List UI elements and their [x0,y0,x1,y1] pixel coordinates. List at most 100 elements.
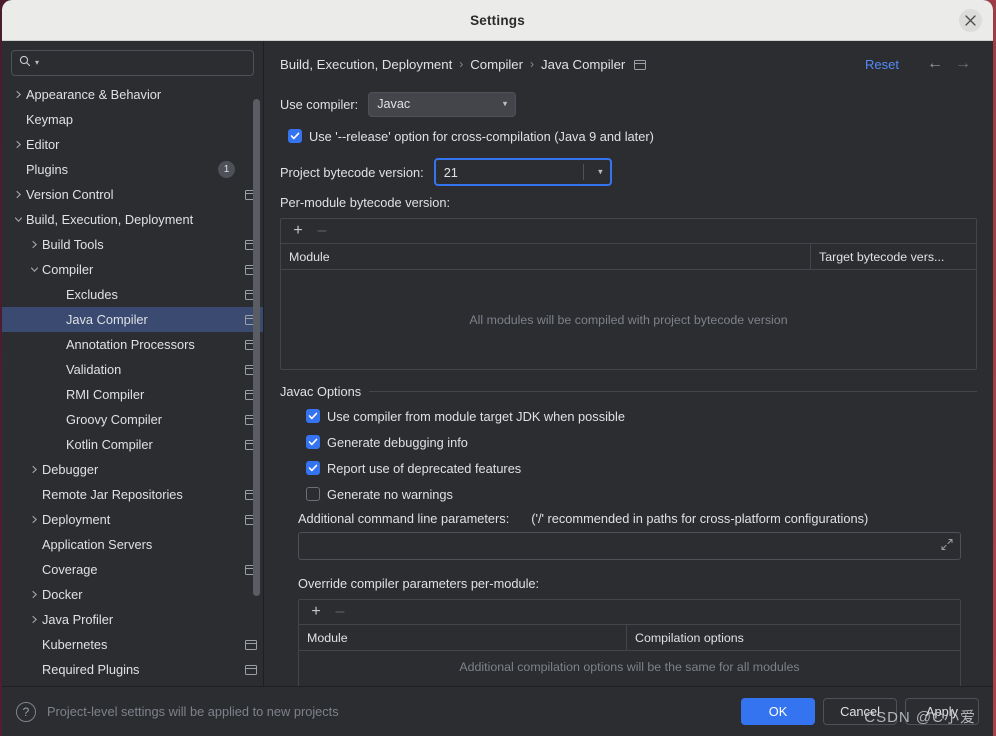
sidebar-item-groovy-compiler[interactable]: Groovy Compiler [2,407,263,432]
sidebar-item-label: Java Compiler [66,312,148,327]
sidebar-item-kotlin-compiler[interactable]: Kotlin Compiler [2,432,263,457]
sidebar-item-build-tools[interactable]: Build Tools [2,232,263,257]
combo-divider [582,164,584,180]
sidebar-item-application-servers[interactable]: Application Servers [2,532,263,557]
sidebar-item-compiler[interactable]: Compiler [2,257,263,282]
sidebar-item-coverage[interactable]: Coverage [2,557,263,582]
column-header-module[interactable]: Module [299,625,626,650]
sidebar-item-label: Remote Jar Repositories [42,487,183,502]
sidebar-item-label: Deployment [42,512,111,527]
sidebar-item-label: Appearance & Behavior [26,87,162,102]
sidebar-item-java-profiler[interactable]: Java Profiler [2,607,263,632]
cancel-button[interactable]: Cancel [823,698,897,725]
chevron-right-icon[interactable] [26,615,42,624]
sidebar-item-label: Required Plugins [42,662,140,677]
reset-link[interactable]: Reset [865,57,899,72]
search-dropdown-caret[interactable]: ▾ [35,59,39,67]
sidebar-item-java-compiler[interactable]: Java Compiler [2,307,263,332]
window-title: Settings [470,12,525,28]
breadcrumb-part-1[interactable]: Build, Execution, Deployment [280,57,452,72]
sidebar-item-plugins[interactable]: Plugins 1 [2,157,263,182]
window-content: ▾ Appearance & Behavior Keymap Editor Plugi… [2,41,993,686]
sidebar-item-docker[interactable]: Docker [2,582,263,607]
sidebar-item-remote-jar-repositories[interactable]: Remote Jar Repositories [2,482,263,507]
sidebar-item-deployment[interactable]: Deployment [2,507,263,532]
add-row-button[interactable]: + [305,602,327,622]
chevron-down-icon: ▾ [502,98,508,109]
project-scope-icon [245,639,257,650]
chevron-down-icon[interactable]: ▾ [598,167,603,178]
apply-button[interactable]: Apply [905,698,979,725]
javac-option-checkbox[interactable] [306,435,320,449]
chevron-right-icon[interactable] [26,240,42,249]
sidebar-item-required-plugins[interactable]: Required Plugins [2,657,263,682]
remove-row-button[interactable]: – [311,221,333,241]
project-bytecode-select[interactable]: 21 ▾ [433,158,612,186]
breadcrumb-separator: › [530,57,535,71]
search-input[interactable]: ▾ [11,50,254,76]
sidebar-item-build-execution-deployment[interactable]: Build, Execution, Deployment [2,207,263,232]
javac-option-checkbox[interactable] [306,409,320,423]
sidebar-item-version-control[interactable]: Version Control [2,182,263,207]
javac-option-checkbox[interactable] [306,487,320,501]
sidebar-item-debugger[interactable]: Debugger [2,457,263,482]
use-compiler-value: Javac [377,97,411,111]
sidebar-item-label: Build Tools [42,237,104,252]
javac-option-checkbox[interactable] [306,461,320,475]
chevron-right-icon[interactable] [10,90,26,99]
remove-row-button[interactable]: – [329,602,351,622]
javac-options-title: Javac Options [280,384,362,399]
breadcrumb: Build, Execution, Deployment › Compiler … [280,41,977,83]
use-compiler-label: Use compiler: [280,96,359,112]
chevron-right-icon[interactable] [26,590,42,599]
javac-option-row: Report use of deprecated features [306,455,977,481]
sidebar-item-keymap[interactable]: Keymap [2,107,263,132]
settings-tree[interactable]: Appearance & Behavior Keymap Editor Plugins… [2,81,263,686]
sidebar-item-appearance-behavior[interactable]: Appearance & Behavior [2,82,263,107]
release-option-row: Use '--release' option for cross-compila… [288,123,977,149]
chevron-right-icon[interactable] [10,140,26,149]
sidebar-item-badge: 1 [218,161,235,178]
expand-icon[interactable] [941,539,953,554]
chevron-right-icon[interactable] [26,465,42,474]
per-module-table-toolbar: + – [281,219,976,244]
settings-main-panel: Build, Execution, Deployment › Compiler … [264,41,993,686]
sidebar-scrollbar[interactable] [253,99,260,596]
sidebar-item-label: Build, Execution, Deployment [26,212,194,227]
ok-button[interactable]: OK [741,698,815,725]
additional-params-input[interactable] [298,532,961,560]
nav-back-icon[interactable]: ← [921,55,949,73]
chevron-right-icon[interactable] [10,190,26,199]
per-module-table-header: Module Target bytecode vers... [281,244,976,270]
per-module-table-empty-text: All modules will be compiled with projec… [469,312,788,327]
help-icon[interactable]: ? [16,701,36,722]
column-header-module[interactable]: Module [281,244,810,269]
use-compiler-row: Use compiler: Javac ▾ [280,89,977,119]
sidebar-item-annotation-processors[interactable]: Annotation Processors [2,332,263,357]
sidebar-item-editor[interactable]: Editor [2,132,263,157]
close-icon[interactable] [959,9,982,32]
search-field[interactable] [43,56,246,70]
breadcrumb-part-3: Java Compiler [541,56,626,72]
column-header-compilation-options[interactable]: Compilation options [626,625,960,650]
sidebar-item-rmi-compiler[interactable]: RMI Compiler [2,382,263,407]
sidebar-item-label: Debugger [42,462,99,477]
chevron-down-icon[interactable] [26,265,42,274]
sidebar-item-label: Kubernetes [42,637,108,652]
add-row-button[interactable]: + [287,221,309,241]
column-header-target-bytecode[interactable]: Target bytecode vers... [810,244,976,269]
sidebar-item-kubernetes[interactable]: Kubernetes [2,632,263,657]
javac-options-group-header: Javac Options [280,384,977,399]
sidebar-item-excludes[interactable]: Excludes [2,282,263,307]
override-table-empty-text: Additional compilation options will be t… [459,660,800,674]
search-icon [19,54,31,72]
settings-sidebar: ▾ Appearance & Behavior Keymap Editor Plugi… [2,41,264,686]
chevron-down-icon[interactable] [10,215,26,224]
release-option-checkbox[interactable] [288,129,302,143]
nav-forward-icon[interactable]: → [949,55,977,73]
breadcrumb-part-2[interactable]: Compiler [470,57,523,72]
sidebar-item-validation[interactable]: Validation [2,357,263,382]
chevron-right-icon[interactable] [26,515,42,524]
use-compiler-select[interactable]: Javac ▾ [368,91,517,117]
additional-params-row: Additional command line parameters: ('/'… [298,511,977,526]
